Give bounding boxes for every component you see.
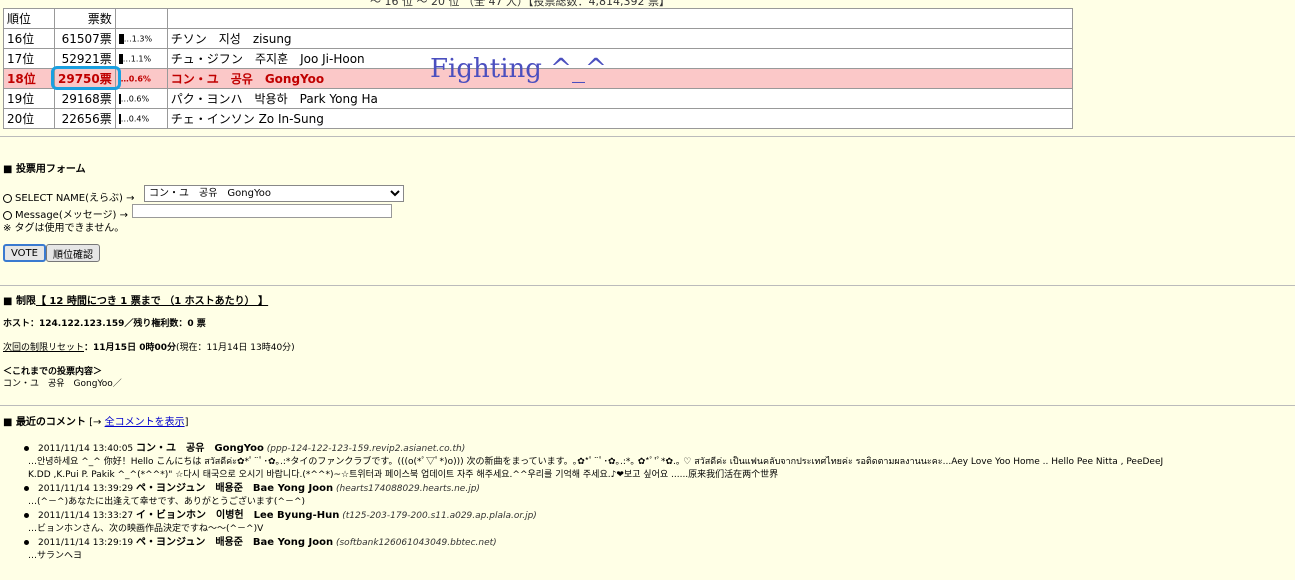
host-line: ホスト：124.122.123.159／残り権利数：0 票 xyxy=(3,319,206,329)
comment-item: 2011/11/14 13:29:19 ペ・ヨンジュン 배용준 Bae Yong… xyxy=(24,536,1295,563)
reset-label: 次回の制限リセット xyxy=(3,343,85,353)
name-cell: パク・ヨンハ 박용하 Park Yong Ha xyxy=(166,88,1074,109)
comment-item: 2011/11/14 13:40:05 コン・ユ 공유 GongYoo (ppp… xyxy=(24,442,1295,482)
comment-host: (ppp-124-122-123-159.revip2.asianet.co.t… xyxy=(266,444,466,454)
percent-label: 1.1% xyxy=(130,54,152,63)
comment-time: 2011/11/14 13:29:19 xyxy=(38,538,134,548)
tag-note: ※ タグは使用できません。 xyxy=(3,223,125,234)
all-comments-link[interactable]: 全コメントを表示 xyxy=(105,417,185,428)
name-cell: チソン 지성 zisung xyxy=(166,28,1074,49)
comment-host: (t125-203-179-200.s11.a029.ap.plala.or.j… xyxy=(342,511,537,521)
comment-body: …안녕하세요 ^_^ 你好！Hello こんにちは สวัสดีค่ะ✿*ﾟ¨ﾟ… xyxy=(28,457,1164,467)
vote-history-value: コン・ユ 공유 GongYoo／ xyxy=(3,379,122,389)
percent-dots: … xyxy=(120,74,129,83)
bullet-circle-icon xyxy=(3,193,12,203)
comments-heading-text: 最近のコメント xyxy=(15,417,86,428)
comment-time: 2011/11/14 13:39:29 xyxy=(38,484,134,494)
comments-heading: ■ 最近のコメント [→ 全コメントを表示] xyxy=(3,417,189,428)
ranking-table-header: 順位 票数 xyxy=(3,8,1074,29)
all-comments-bracket-close: ] xyxy=(184,417,189,428)
vote-form-heading: ■ 投票用フォーム xyxy=(3,164,86,175)
bullet-icon xyxy=(24,513,29,518)
comment-time: 2011/11/14 13:40:05 xyxy=(38,444,134,454)
column-header-rank: 順位 xyxy=(3,8,55,29)
ranking-row: 19位 29168票 …0.6% パク・ヨンハ 박용하 Park Yong Ha xyxy=(3,88,1074,109)
rank-cell: 20位 xyxy=(3,108,55,129)
rank-cell: 17位 xyxy=(3,48,55,69)
limits-heading: ■ 制限【 12 時間につき 1 票まで （1 ホストあたり） 】 xyxy=(3,296,269,307)
limits-rule: 【 12 時間につき 1 票まで （1 ホストあたり） 】 xyxy=(35,296,269,307)
comment-star-name: イ・ビョンホン 이병헌 Lee Byung-Hun xyxy=(136,510,340,521)
comment-star-name: ペ・ヨンジュン 배용준 Bae Yong Joon xyxy=(136,483,334,494)
fighting-annotation: Fighting ^_^ xyxy=(430,54,607,84)
votes-highlight-circle xyxy=(51,66,121,90)
limits-heading-text: 制限 xyxy=(15,296,36,307)
divider xyxy=(0,285,1295,286)
comment-item: 2011/11/14 13:39:29 ペ・ヨンジュン 배용준 Bae Yong… xyxy=(24,482,1295,509)
percent-dots: … xyxy=(120,114,129,123)
reset-current-time: (現在：11月14日 13時40分) xyxy=(176,343,295,353)
vote-form-heading-text: 投票用フォーム xyxy=(15,164,86,175)
column-header-bar xyxy=(114,8,168,29)
comment-item: 2011/11/14 13:33:27 イ・ビョンホン 이병헌 Lee Byun… xyxy=(24,509,1295,536)
reset-value: ：11月15日 0時00分 xyxy=(84,343,176,353)
check-rank-button[interactable]: 順位確認 xyxy=(46,244,100,262)
reset-line: 次回の制限リセット：11月15日 0時00分(現在：11月14日 13時40分) xyxy=(3,340,295,353)
divider xyxy=(0,136,1295,137)
percent-dots: … xyxy=(122,54,131,63)
percent-label: 0.4% xyxy=(128,114,150,123)
select-name-label: SELECT NAME(えらぶ) → xyxy=(3,189,134,204)
bullet-icon xyxy=(24,540,29,545)
votes-cell: 61507票 xyxy=(54,28,116,49)
column-header-name xyxy=(166,8,1074,29)
percent-bar-cell: …0.6% xyxy=(114,88,168,109)
name-select[interactable]: コン・ユ 공유 GongYoo xyxy=(144,185,404,202)
percent-dots: … xyxy=(123,34,132,43)
vote-button[interactable]: VOTE xyxy=(3,244,46,262)
comment-star-name: ペ・ヨンジュン 배용준 Bae Yong Joon xyxy=(136,537,334,548)
all-comments-bracket-open: [→ xyxy=(89,417,105,428)
percent-bar-cell: …1.3% xyxy=(114,28,168,49)
rank-cell: 19位 xyxy=(3,88,55,109)
percent-bar-cell: …0.6% xyxy=(114,68,168,89)
percent-bar-cell: …1.1% xyxy=(114,48,168,69)
column-header-votes: 票数 xyxy=(54,8,116,29)
percent-label: 0.6% xyxy=(128,74,151,83)
percent-bar-cell: …0.4% xyxy=(114,108,168,129)
rank-cell: 16位 xyxy=(3,28,55,49)
comment-body-continued: K.DD ,K.Pui P. Pakik ^_^(*^^*)" ☆다시 태국으로… xyxy=(28,470,779,480)
percent-label: 1.3% xyxy=(131,34,153,43)
rank-cell: 18位 xyxy=(3,68,55,89)
name-cell: チェ・インソン Zo In-Sung xyxy=(166,108,1074,129)
comment-body: …サランヘヨ xyxy=(28,551,83,561)
percent-label: 0.6% xyxy=(128,94,150,103)
comment-star-name: コン・ユ 공유 GongYoo xyxy=(136,443,264,454)
divider xyxy=(0,405,1295,406)
comment-host: (softbank126061043049.bbtec.net) xyxy=(335,538,497,548)
name-cell: コン・ユ 공유 GongYoo xyxy=(166,68,1074,89)
ranking-row: 16位 61507票 …1.3% チソン 지성 zisung xyxy=(3,28,1074,49)
ranking-row: 20位 22656票 …0.4% チェ・インソン Zo In-Sung xyxy=(3,108,1074,129)
comment-host: (hearts174088029.hearts.ne.jp) xyxy=(335,484,480,494)
percent-dots: … xyxy=(120,94,129,103)
select-name-label-text: SELECT NAME(えらぶ) → xyxy=(15,193,135,204)
name-cell: チュ・ジフン 주지훈 Joo Ji-Hoon xyxy=(166,48,1074,69)
comment-time: 2011/11/14 13:33:27 xyxy=(38,511,134,521)
bullet-icon xyxy=(24,486,29,491)
votes-cell: 29168票 xyxy=(54,88,116,109)
comment-body: …ビョンホンさん、次の映画作品決定ですね～～(^－^)V xyxy=(28,524,264,534)
comment-body: …(^－^)あなたに出逢えて幸せです、ありがとうございます(^－^) xyxy=(28,497,306,507)
comment-list: 2011/11/14 13:40:05 コン・ユ 공유 GongYoo (ppp… xyxy=(24,442,1295,563)
votes-cell: 22656票 xyxy=(54,108,116,129)
message-input[interactable] xyxy=(132,204,392,218)
bullet-icon xyxy=(24,446,29,451)
